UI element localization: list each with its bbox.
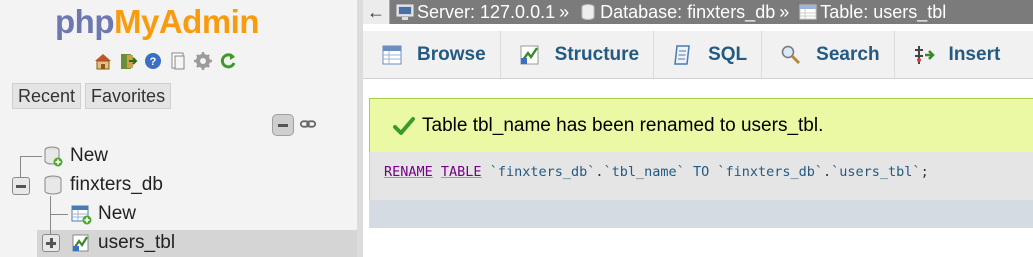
sql-identifier: `users_tbl`: [831, 164, 921, 180]
success-message-text: Table tbl_name has been renamed to users…: [422, 115, 824, 136]
insert-icon: [913, 44, 935, 66]
database-new-icon: [44, 146, 63, 167]
tab-browse[interactable]: Browse: [363, 31, 501, 78]
breadcrumb-server[interactable]: Server: 127.0.0.1: [417, 0, 555, 24]
search-icon: [780, 44, 802, 66]
sql-identifier: `finxters_db`: [717, 164, 824, 180]
breadcrumb-separator: »: [779, 2, 790, 22]
home-icon[interactable]: [93, 50, 113, 72]
tab-label: Structure: [554, 43, 640, 65]
phpmyadmin-logo[interactable]: phpMyAdmin: [55, 2, 260, 42]
sql-punctuation: ;: [920, 164, 929, 180]
sql-keyword[interactable]: TABLE: [441, 164, 482, 180]
sql-punctuation: .: [823, 164, 832, 180]
tree-item-finxters-db[interactable]: finxters_db: [42, 172, 163, 198]
collapse-database-button[interactable]: [12, 177, 30, 195]
tab-label: SQL: [708, 43, 748, 65]
tree-item-label: New: [98, 203, 137, 224]
sql-icon: [672, 44, 694, 66]
tab-search[interactable]: Search: [762, 31, 895, 78]
tree-item-users-tbl[interactable]: users_tbl: [70, 230, 175, 256]
main-content: ← Server: 127.0.0.1 » Database: finxters…: [363, 0, 1033, 257]
tab-label: Insert: [948, 43, 1001, 65]
server-icon: [396, 3, 414, 21]
nav-tabs: Recent Favorites: [12, 83, 172, 109]
sql-query-box: RENAME TABLE `finxters_db`.`tbl_name` TO…: [369, 152, 1033, 200]
tab-bar: Browse Structure SQL Search Insert: [363, 31, 1033, 79]
sql-keyword: TO: [692, 164, 710, 180]
navigation-panel: phpMyAdmin ? Recent Favorites New finxte…: [0, 0, 357, 257]
sql-query: RENAME TABLE `finxters_db`.`tbl_name` TO…: [384, 164, 929, 180]
sql-toolbar: [369, 200, 1033, 228]
checkmark-icon: [392, 114, 416, 138]
table-structure-icon: [72, 234, 89, 252]
tree-item-new-database[interactable]: New: [42, 143, 108, 169]
database-icon: [579, 3, 597, 21]
breadcrumb-table[interactable]: Table: users_tbl: [820, 0, 946, 24]
sql-identifier: `tbl_name`: [603, 164, 685, 180]
docs-icon[interactable]: [168, 50, 188, 72]
collapse-all-button[interactable]: [272, 114, 294, 136]
back-button[interactable]: ←: [363, 0, 390, 24]
breadcrumb: ← Server: 127.0.0.1 » Database: finxters…: [363, 0, 1033, 24]
logout-icon[interactable]: [118, 50, 138, 72]
tab-favorites[interactable]: Favorites: [85, 83, 172, 109]
tree-controls: [272, 114, 318, 136]
tree-connector: [50, 214, 68, 215]
tab-label: Browse: [417, 43, 486, 65]
table-icon: [799, 3, 817, 21]
tree-item-label: New: [70, 145, 109, 166]
settings-icon[interactable]: [193, 50, 213, 72]
tab-structure[interactable]: Structure: [501, 31, 655, 78]
success-message: Table tbl_name has been renamed to users…: [369, 98, 1033, 154]
tab-sql[interactable]: SQL: [654, 31, 763, 78]
sql-identifier: `finxters_db`: [489, 164, 596, 180]
table-new-icon: [71, 205, 92, 225]
tree-item-label: users_tbl: [98, 232, 176, 253]
nav-icon-bar: ?: [93, 50, 238, 74]
tab-label: Search: [816, 43, 880, 65]
structure-icon: [519, 44, 541, 66]
reload-icon[interactable]: [218, 50, 238, 72]
help-icon[interactable]: ?: [143, 50, 163, 72]
tab-recent[interactable]: Recent: [12, 83, 82, 109]
link-with-main-icon[interactable]: [298, 114, 318, 134]
svg-text:?: ?: [150, 56, 157, 68]
browse-icon: [381, 44, 403, 66]
sql-punctuation: .: [595, 164, 604, 180]
breadcrumb-database[interactable]: Database: finxters_db: [600, 0, 775, 24]
sql-keyword[interactable]: RENAME: [384, 164, 433, 180]
database-icon: [44, 175, 62, 195]
tree-item-new-table[interactable]: New: [70, 201, 136, 227]
tree-connector: [20, 156, 42, 157]
tab-insert[interactable]: Insert: [895, 31, 1015, 78]
tree-item-label: finxters_db: [70, 174, 163, 195]
breadcrumb-separator: »: [559, 2, 570, 22]
expand-table-button[interactable]: [42, 234, 60, 252]
